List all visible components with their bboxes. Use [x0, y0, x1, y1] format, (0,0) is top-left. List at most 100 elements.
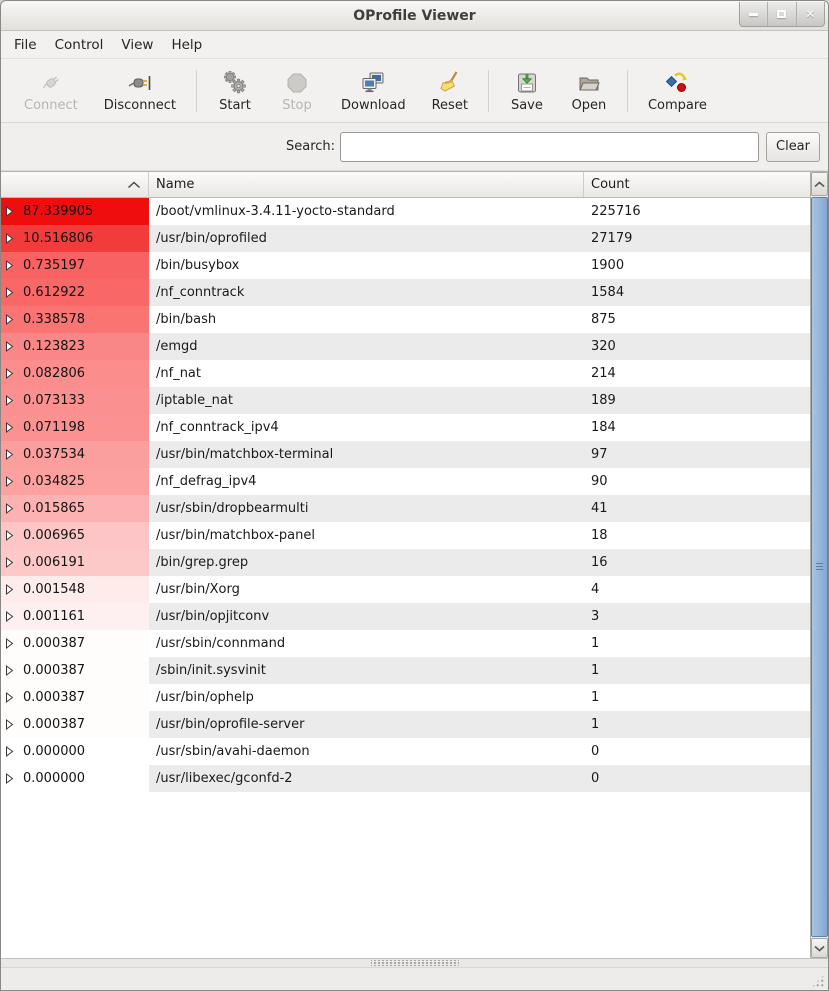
table-row[interactable]: 0.001548/usr/bin/Xorg4	[1, 576, 810, 603]
expander-icon[interactable]	[5, 719, 14, 730]
table-row[interactable]: 0.071198/nf_conntrack_ipv4184	[1, 414, 810, 441]
disconnect-button[interactable]: Disconnect	[91, 65, 189, 117]
percent-value: 0.001548	[23, 582, 85, 597]
expander-icon[interactable]	[5, 584, 14, 595]
expander-icon[interactable]	[5, 746, 14, 757]
expander-icon[interactable]	[5, 449, 14, 460]
name-cell: /emgd	[149, 333, 584, 360]
broom-icon	[437, 69, 463, 96]
expander-icon[interactable]	[5, 422, 14, 433]
percent-cell: 0.034825	[1, 468, 149, 495]
table-row[interactable]: 0.034825/nf_defrag_ipv490	[1, 468, 810, 495]
title-bar[interactable]: OProfile Viewer ✕	[1, 1, 828, 31]
column-header-percent[interactable]	[1, 172, 149, 197]
expander-icon[interactable]	[5, 692, 14, 703]
table-row[interactable]: 0.000000/usr/sbin/avahi-daemon0	[1, 738, 810, 765]
name-cell: /boot/vmlinux-3.4.11-yocto-standard	[149, 198, 584, 225]
expander-icon[interactable]	[5, 530, 14, 541]
expander-icon[interactable]	[5, 341, 14, 352]
percent-cell: 0.073133	[1, 387, 149, 414]
percent-value: 0.082806	[23, 366, 85, 381]
name-cell: /usr/bin/oprofile-server	[149, 711, 584, 738]
compare-button[interactable]: Compare	[635, 65, 720, 117]
expander-icon[interactable]	[5, 665, 14, 676]
count-cell: 1	[584, 684, 810, 711]
menu-help[interactable]: Help	[162, 33, 211, 57]
scrollbar-grip	[816, 563, 823, 571]
menu-control[interactable]: Control	[46, 33, 113, 57]
save-icon	[514, 69, 540, 96]
clear-button[interactable]: Clear	[766, 132, 820, 162]
percent-cell: 0.123823	[1, 333, 149, 360]
table-row[interactable]: 0.015865/usr/sbin/dropbearmulti41	[1, 495, 810, 522]
table-row[interactable]: 0.000387/usr/sbin/connmand1	[1, 630, 810, 657]
expander-icon[interactable]	[5, 233, 14, 244]
expander-icon[interactable]	[5, 557, 14, 568]
expander-icon[interactable]	[5, 773, 14, 784]
table-row[interactable]: 0.082806/nf_nat214	[1, 360, 810, 387]
table-row[interactable]: 0.006965/usr/bin/matchbox-panel18	[1, 522, 810, 549]
name-cell: /usr/libexec/gconfd-2	[149, 765, 584, 792]
percent-value: 0.071198	[23, 420, 85, 435]
count-cell: 27179	[584, 225, 810, 252]
expander-icon[interactable]	[5, 206, 14, 217]
table-row[interactable]: 0.123823/emgd320	[1, 333, 810, 360]
table-row[interactable]: 0.006191/bin/grep.grep16	[1, 549, 810, 576]
name-cell: /usr/sbin/connmand	[149, 630, 584, 657]
open-button[interactable]: Open	[558, 65, 620, 117]
folder-icon	[576, 69, 602, 96]
table-row[interactable]: 0.073133/iptable_nat189	[1, 387, 810, 414]
expander-icon[interactable]	[5, 611, 14, 622]
expander-icon[interactable]	[5, 503, 14, 514]
menu-view[interactable]: View	[112, 33, 162, 57]
download-button[interactable]: Download	[328, 65, 419, 117]
window-resize-grip[interactable]	[811, 974, 825, 988]
count-cell: 1	[584, 711, 810, 738]
expander-icon[interactable]	[5, 260, 14, 271]
expander-icon[interactable]	[5, 638, 14, 649]
search-input[interactable]	[340, 132, 759, 162]
percent-cell: 0.071198	[1, 414, 149, 441]
name-cell: /usr/bin/matchbox-terminal	[149, 441, 584, 468]
column-header-count[interactable]: Count	[584, 172, 810, 197]
menu-file[interactable]: File	[5, 33, 46, 57]
percent-value: 0.612922	[23, 285, 85, 300]
expander-icon[interactable]	[5, 395, 14, 406]
scrollbar-thumb[interactable]	[811, 197, 828, 937]
scrollbar-track[interactable]	[811, 196, 828, 938]
save-button[interactable]: Save	[496, 65, 558, 117]
table-row[interactable]: 0.000387/sbin/init.sysvinit1	[1, 657, 810, 684]
profile-table-area: Name Count 87.339905/boot/vmlinux-3.4.11…	[1, 171, 828, 958]
expander-icon[interactable]	[5, 368, 14, 379]
percent-cell: 0.015865	[1, 495, 149, 522]
percent-value: 0.037534	[23, 447, 85, 462]
table-row[interactable]: 0.338578/bin/bash875	[1, 306, 810, 333]
table-row[interactable]: 0.000000/usr/libexec/gconfd-20	[1, 765, 810, 792]
table-row[interactable]: 0.612922/nf_conntrack1584	[1, 279, 810, 306]
table-row[interactable]: 0.000387/usr/bin/ophelp1	[1, 684, 810, 711]
table-row[interactable]: 10.516806/usr/bin/oprofiled27179	[1, 225, 810, 252]
reset-button[interactable]: Reset	[419, 65, 481, 117]
name-cell: /usr/bin/ophelp	[149, 684, 584, 711]
table-row[interactable]: 0.037534/usr/bin/matchbox-terminal97	[1, 441, 810, 468]
expander-icon[interactable]	[5, 314, 14, 325]
close-button[interactable]: ✕	[797, 2, 824, 26]
scroll-down-button[interactable]	[811, 938, 828, 958]
percent-value: 10.516806	[23, 231, 93, 246]
percent-value: 0.073133	[23, 393, 85, 408]
column-header-name[interactable]: Name	[149, 172, 584, 197]
scroll-up-button[interactable]	[811, 172, 828, 196]
maximize-button[interactable]	[768, 2, 796, 26]
pane-resize-handle[interactable]	[1, 958, 828, 968]
table-row[interactable]: 0.001161/usr/bin/opjitconv3	[1, 603, 810, 630]
percent-cell: 0.000387	[1, 657, 149, 684]
table-row[interactable]: 0.000387/usr/bin/oprofile-server1	[1, 711, 810, 738]
window-title: OProfile Viewer	[353, 8, 475, 24]
minimize-button[interactable]	[740, 2, 768, 26]
table-row[interactable]: 87.339905/boot/vmlinux-3.4.11-yocto-stan…	[1, 198, 810, 225]
expander-icon[interactable]	[5, 287, 14, 298]
expander-icon[interactable]	[5, 476, 14, 487]
count-cell: 0	[584, 738, 810, 765]
table-row[interactable]: 0.735197/bin/busybox1900	[1, 252, 810, 279]
start-button[interactable]: Start	[204, 65, 266, 117]
